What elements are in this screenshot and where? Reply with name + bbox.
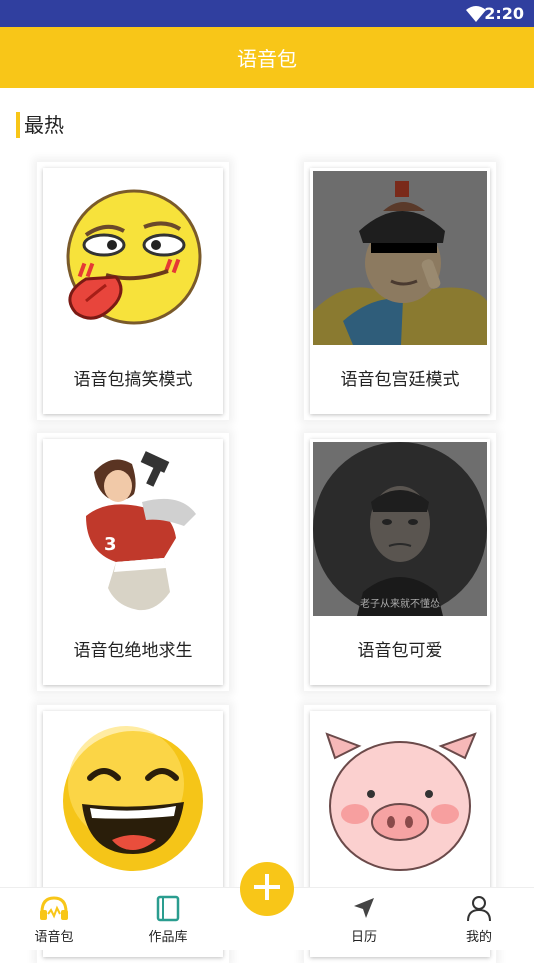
card-image-game-character: 3 [46, 442, 220, 616]
card-image-qing-official [313, 171, 487, 345]
card-image-funny-emoji [46, 171, 220, 345]
navigation-arrow-icon [324, 894, 404, 924]
nav-item-mine[interactable]: 我的 [439, 894, 519, 945]
plus-icon [252, 872, 282, 906]
section-title: 最热 [16, 112, 64, 138]
card-image-man-portrait: 老子从来就不懂怂 [313, 442, 487, 616]
card-body[interactable]: 语音包搞笑模式 [43, 168, 223, 414]
nav-label-works: 作品库 [148, 930, 188, 945]
add-button[interactable] [240, 862, 294, 916]
nav-label-mine: 我的 [465, 930, 492, 945]
nav-item-voice[interactable]: 语音包 [14, 894, 94, 945]
headphones-icon [14, 894, 94, 924]
card-label: 语音包搞笑模式 [73, 370, 193, 390]
card-palace[interactable]: 语音包宫廷模式 [304, 162, 496, 420]
app-bar: 语音包 [0, 27, 534, 88]
page-title: 语音包 [237, 47, 297, 71]
nav-item-calendar[interactable]: 日历 [324, 894, 404, 945]
status-bar: 2:20 [0, 0, 534, 27]
card-label: 语音包宫廷模式 [340, 370, 460, 390]
wifi-icon [466, 6, 486, 26]
card-funny[interactable]: 语音包搞笑模式 [37, 162, 229, 420]
card-image-laughing-emoji [46, 714, 220, 888]
card-body[interactable]: 老子从来就不懂怂 语音包可爱 [310, 439, 490, 685]
card-image-cute-pig [313, 714, 487, 888]
card-cute[interactable]: 老子从来就不懂怂 语音包可爱 [304, 433, 496, 691]
card-body[interactable]: 语音包宫廷模式 [310, 168, 490, 414]
card-label: 语音包可爱 [357, 641, 443, 661]
nav-item-works[interactable]: 作品库 [128, 894, 208, 945]
card-pubg[interactable]: 3 语音包绝地求生 [37, 433, 229, 691]
nav-label-voice: 语音包 [34, 930, 74, 945]
card-label: 语音包绝地求生 [73, 641, 193, 661]
status-time: 2:20 [484, 4, 524, 23]
nav-label-calendar: 日历 [350, 930, 377, 945]
card-body[interactable]: 3 语音包绝地求生 [43, 439, 223, 685]
svg-text:3: 3 [104, 534, 117, 555]
card-image-caption: 老子从来就不懂怂 [360, 599, 440, 610]
person-icon [439, 894, 519, 924]
book-icon [128, 894, 208, 924]
